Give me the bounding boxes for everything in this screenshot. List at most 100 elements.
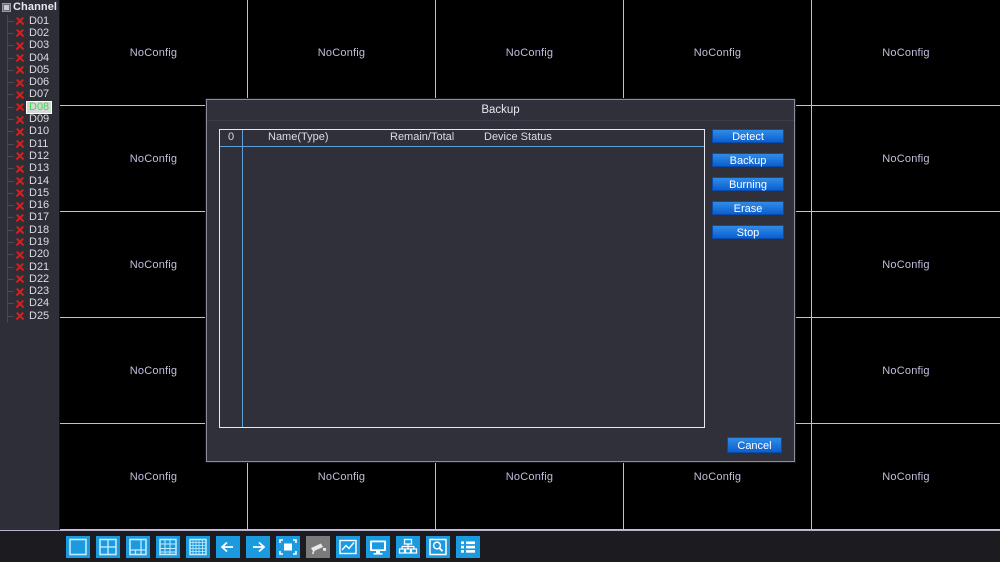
channel-item-label: D04 [29,51,50,64]
playback-chart-icon[interactable] [336,535,360,558]
channel-item-d05[interactable]: D05 [0,64,59,76]
bottom-toolbar [0,530,1000,562]
video-pane[interactable]: NoConfig [812,424,1000,530]
channel-item-d22[interactable]: D22 [0,273,59,285]
channel-item-d04[interactable]: D04 [0,52,59,64]
tree-connector [7,241,14,243]
video-pane-status: NoConfig [129,152,178,165]
video-pane[interactable]: NoConfig [60,0,248,106]
video-pane[interactable]: NoConfig [812,212,1000,318]
red-x-icon [14,225,26,236]
channel-item-d11[interactable]: D11 [0,138,59,150]
tree-connector [7,315,14,317]
red-x-icon [14,176,26,187]
backup-button[interactable]: Backup [712,153,784,167]
nvr-live-view-screen: Channel D01 D02 D03 D04 D05 D06 D07 D08 D09 D10 D1… [0,0,1000,562]
channel-item-label: D22 [29,272,50,285]
layout-1-icon[interactable] [66,535,90,558]
expand-box-icon[interactable] [2,3,11,12]
disk-search-icon[interactable] [426,535,450,558]
prev-page-icon[interactable] [216,535,240,558]
tree-connector [7,180,14,182]
tree-connector [7,82,14,84]
burning-button[interactable]: Burning [712,177,784,191]
layout-4-icon[interactable] [96,535,120,558]
col-header-name: Name(Type) [268,131,329,143]
channel-item-d15[interactable]: D15 [0,187,59,199]
channel-item-d25[interactable]: D25 [0,310,59,322]
channel-item-label: D17 [29,211,50,224]
channel-item-d03[interactable]: D03 [0,40,59,52]
network-tree-icon[interactable] [396,535,420,558]
channel-item-d20[interactable]: D20 [0,249,59,261]
main-menu-list-icon[interactable] [456,535,480,558]
channel-item-d18[interactable]: D18 [0,224,59,236]
tree-connector [7,32,14,34]
channel-item-d19[interactable]: D19 [0,236,59,248]
tree-connector [7,131,14,133]
channel-item-label: D12 [29,149,50,162]
channel-item-d01[interactable]: D01 [0,15,59,27]
video-pane[interactable]: NoConfig [436,0,624,106]
video-pane-status: NoConfig [129,46,178,59]
channel-item-d17[interactable]: D17 [0,212,59,224]
layout-16-icon[interactable] [186,535,210,558]
video-pane-status: NoConfig [882,46,930,59]
video-pane[interactable]: NoConfig [248,0,436,106]
video-pane-status: NoConfig [505,46,554,59]
channel-tree-header[interactable]: Channel [0,0,59,14]
tree-connector [7,266,14,268]
channel-item-d02[interactable]: D02 [0,27,59,39]
layout-6-icon[interactable] [126,535,150,558]
video-pane[interactable]: NoConfig [812,106,1000,212]
channel-item-label: D18 [29,223,50,236]
detect-button[interactable]: Detect [712,129,784,143]
channel-item-d16[interactable]: D16 [0,199,59,211]
channel-item-d12[interactable]: D12 [0,150,59,162]
channel-item-d14[interactable]: D14 [0,175,59,187]
device-table-header: 0 Name(Type) Remain/Total Device Status [220,130,704,147]
channel-item-d13[interactable]: D13 [0,163,59,175]
red-x-icon [14,298,26,309]
video-pane[interactable]: NoConfig [624,0,812,106]
video-pane-status: NoConfig [693,46,742,59]
channel-item-d06[interactable]: D06 [0,76,59,88]
backup-dialog-title: Backup [207,100,794,121]
video-pane-status: NoConfig [129,258,178,271]
tree-connector [7,106,14,108]
monitor-icon[interactable] [366,535,390,558]
red-x-icon [14,102,26,113]
stop-button[interactable]: Stop [712,225,784,239]
channel-item-label: D03 [29,39,50,52]
red-x-icon [14,53,26,64]
tree-connector [7,254,14,256]
red-x-icon [14,311,26,322]
video-pane-status: NoConfig [882,364,930,377]
red-x-icon [14,151,26,162]
device-table[interactable]: 0 Name(Type) Remain/Total Device Status [219,129,705,428]
video-pane-status: NoConfig [882,258,930,271]
tree-connector [7,155,14,157]
channel-item-label: D07 [29,88,50,101]
channel-item-d21[interactable]: D21 [0,261,59,273]
layout-9-icon[interactable] [156,535,180,558]
channel-item-label: D24 [29,297,50,310]
channel-item-d07[interactable]: D07 [0,89,59,101]
tree-connector [7,143,14,145]
cancel-button[interactable]: Cancel [727,437,782,453]
channel-item-d10[interactable]: D10 [0,126,59,138]
video-pane[interactable]: NoConfig [812,0,1000,106]
channel-item-label: D16 [29,199,50,212]
backup-dialog-body: 0 Name(Type) Remain/Total Device Status … [207,121,794,463]
channel-item-label: D20 [29,248,50,261]
channel-item-d09[interactable]: D09 [0,113,59,125]
channel-item-d24[interactable]: D24 [0,298,59,310]
video-pane-status: NoConfig [129,470,178,483]
erase-button[interactable]: Erase [712,201,784,215]
channel-item-d08[interactable]: D08 [0,100,59,114]
video-pane[interactable]: NoConfig [812,318,1000,424]
next-page-icon[interactable] [246,535,270,558]
channel-item-d23[interactable]: D23 [0,286,59,298]
video-pane-status: NoConfig [693,470,742,483]
pip-window-icon[interactable] [276,535,300,558]
